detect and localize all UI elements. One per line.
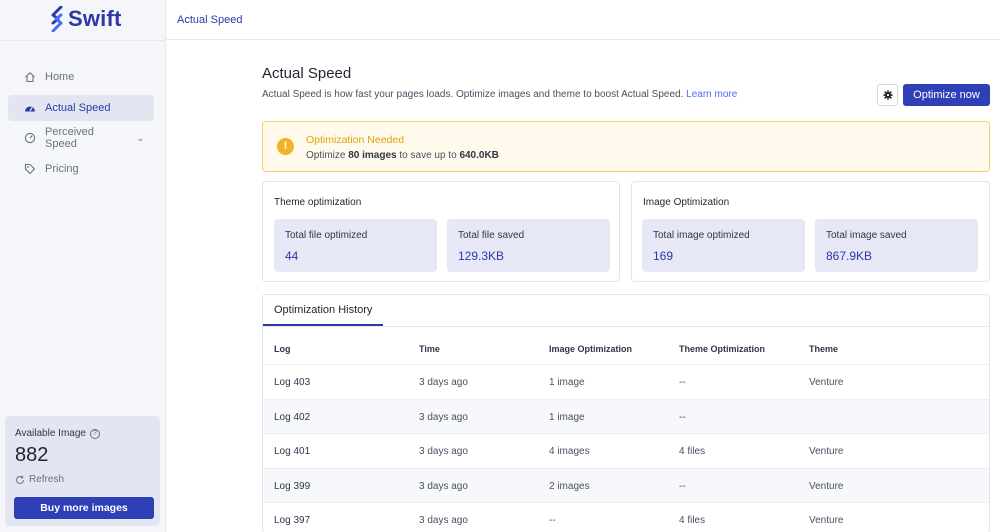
column-header-image-optimization: Image Optimization <box>549 344 633 354</box>
page-description: Actual Speed is how fast your pages load… <box>262 89 738 100</box>
logo-text: Swift <box>68 6 122 31</box>
stat-value: 169 <box>653 249 674 263</box>
stat-total-image-optimized: Total image optimized 169 <box>642 219 805 272</box>
sidebar-nav: Home Actual Speed Perceived Speed ⌄ Pric… <box>8 64 154 186</box>
refresh-button[interactable]: Refresh <box>15 474 64 485</box>
stat-value: 129.3KB <box>458 249 505 263</box>
sidebar: Swift Home Actual Speed Perceived Speed … <box>0 0 166 532</box>
cell-log: Log 401 <box>274 446 311 457</box>
sidebar-item-label: Home <box>45 71 75 83</box>
stat-total-image-saved: Total image saved 867.9KB <box>815 219 978 272</box>
gear-icon <box>882 90 893 100</box>
stat-label: Total file optimized <box>285 230 368 241</box>
cell-image-optimization: 4 images <box>549 446 590 457</box>
cell-time: 3 days ago <box>419 446 468 457</box>
page-title: Actual Speed <box>262 65 352 82</box>
cell-image-optimization: 2 images <box>549 480 590 492</box>
top-bar: Actual Speed <box>166 0 1000 40</box>
learn-more-link[interactable]: Learn more <box>686 89 737 100</box>
refresh-icon <box>16 475 24 484</box>
sidebar-item-label: Actual Speed <box>45 101 111 114</box>
table-row[interactable]: Log 403 3 days ago 1 image -- Venture <box>263 364 989 399</box>
stat-value: 44 <box>285 249 299 263</box>
card-title: Image Optimization <box>643 197 730 208</box>
tag-icon <box>24 163 36 174</box>
column-header-time: Time <box>419 344 440 354</box>
sidebar-item-perceived-speed[interactable]: Perceived Speed ⌄ <box>8 125 154 151</box>
stat-label: Total image saved <box>826 230 907 241</box>
help-icon[interactable]: ? <box>89 428 100 439</box>
table-row[interactable]: Log 401 3 days ago 4 images 4 files Vent… <box>263 433 989 468</box>
cell-theme-optimization: 4 files <box>679 515 706 526</box>
column-header-log: Log <box>274 344 291 354</box>
tabs-divider <box>263 326 989 327</box>
stat-total-file-saved: Total file saved 129.3KB <box>447 219 610 272</box>
cell-log: Log 403 <box>274 377 311 388</box>
breadcrumb[interactable]: Actual Speed <box>177 14 242 26</box>
cell-theme: Venture <box>809 480 844 492</box>
stat-label: Total file saved <box>458 230 525 241</box>
logo[interactable]: Swift <box>50 6 122 32</box>
cell-time: 3 days ago <box>419 515 468 526</box>
sidebar-divider <box>0 40 166 41</box>
tab-optimization-history[interactable]: Optimization History <box>263 295 384 326</box>
stat-value: 867.9KB <box>826 249 873 263</box>
cell-theme: Venture <box>809 377 844 388</box>
available-image-count: 882 <box>15 444 49 466</box>
cell-theme-optimization: -- <box>679 480 686 492</box>
speedometer-icon <box>25 106 35 111</box>
available-image-panel: Available Image ? 882 Refresh Buy more i… <box>5 416 160 526</box>
sidebar-item-label: Pricing <box>45 162 79 175</box>
swift-logo-icon <box>51 6 63 32</box>
cell-theme-optimization: -- <box>679 411 686 423</box>
table-row[interactable]: Log 402 3 days ago 1 image -- <box>263 398 989 433</box>
cell-theme: Venture <box>809 446 844 457</box>
cell-theme: Venture <box>809 515 844 526</box>
cell-image-optimization: 1 image <box>549 411 585 423</box>
sidebar-item-label: Perceived Speed <box>45 126 94 150</box>
table-row[interactable]: Log 399 3 days ago 2 images -- Venture <box>263 467 989 502</box>
sidebar-item-pricing[interactable]: Pricing <box>8 156 154 182</box>
column-header-theme: Theme <box>809 344 839 354</box>
alert-text: Optimize 80 images to save up to 640.0KB <box>306 150 499 161</box>
cell-log: Log 397 <box>274 515 311 526</box>
cell-time: 3 days ago <box>419 377 468 388</box>
available-image-title: Available Image ? <box>15 428 100 439</box>
sidebar-item-home[interactable]: Home <box>8 64 154 90</box>
optimization-alert: ! Optimization Needed Optimize 80 images… <box>262 121 990 172</box>
cell-time: 3 days ago <box>419 411 468 423</box>
stat-label: Total image optimized <box>653 230 750 241</box>
image-optimization-card: Image Optimization Total image optimized… <box>631 181 990 282</box>
column-header-theme-optimization: Theme Optimization <box>679 344 766 354</box>
home-icon <box>25 72 35 83</box>
sidebar-item-actual-speed[interactable]: Actual Speed <box>8 94 154 121</box>
cell-theme-optimization: -- <box>679 377 686 388</box>
cell-image-optimization: -- <box>549 515 556 526</box>
alert-title: Optimization Needed <box>306 134 405 146</box>
buy-more-images-button[interactable]: Buy more images <box>14 497 154 519</box>
chevron-down-icon[interactable]: ⌄ <box>136 133 144 144</box>
table-row[interactable]: Log 397 3 days ago -- 4 files Venture <box>263 502 989 532</box>
cell-theme-optimization: 4 files <box>679 446 706 457</box>
cell-log: Log 402 <box>274 411 311 423</box>
cell-time: 3 days ago <box>419 480 468 492</box>
cell-image-optimization: 1 image <box>549 377 585 388</box>
theme-optimization-card: Theme optimization Total file optimized … <box>262 181 620 282</box>
optimize-now-button[interactable]: Optimize now <box>903 84 990 106</box>
optimization-history-panel: Optimization History Log Time Image Opti… <box>262 294 990 532</box>
warning-icon: ! <box>277 138 294 155</box>
stat-total-file-optimized: Total file optimized 44 <box>274 219 437 272</box>
cell-log: Log 399 <box>274 480 311 492</box>
card-title: Theme optimization <box>274 197 362 208</box>
settings-button[interactable] <box>877 84 898 106</box>
gauge-icon <box>24 132 36 144</box>
